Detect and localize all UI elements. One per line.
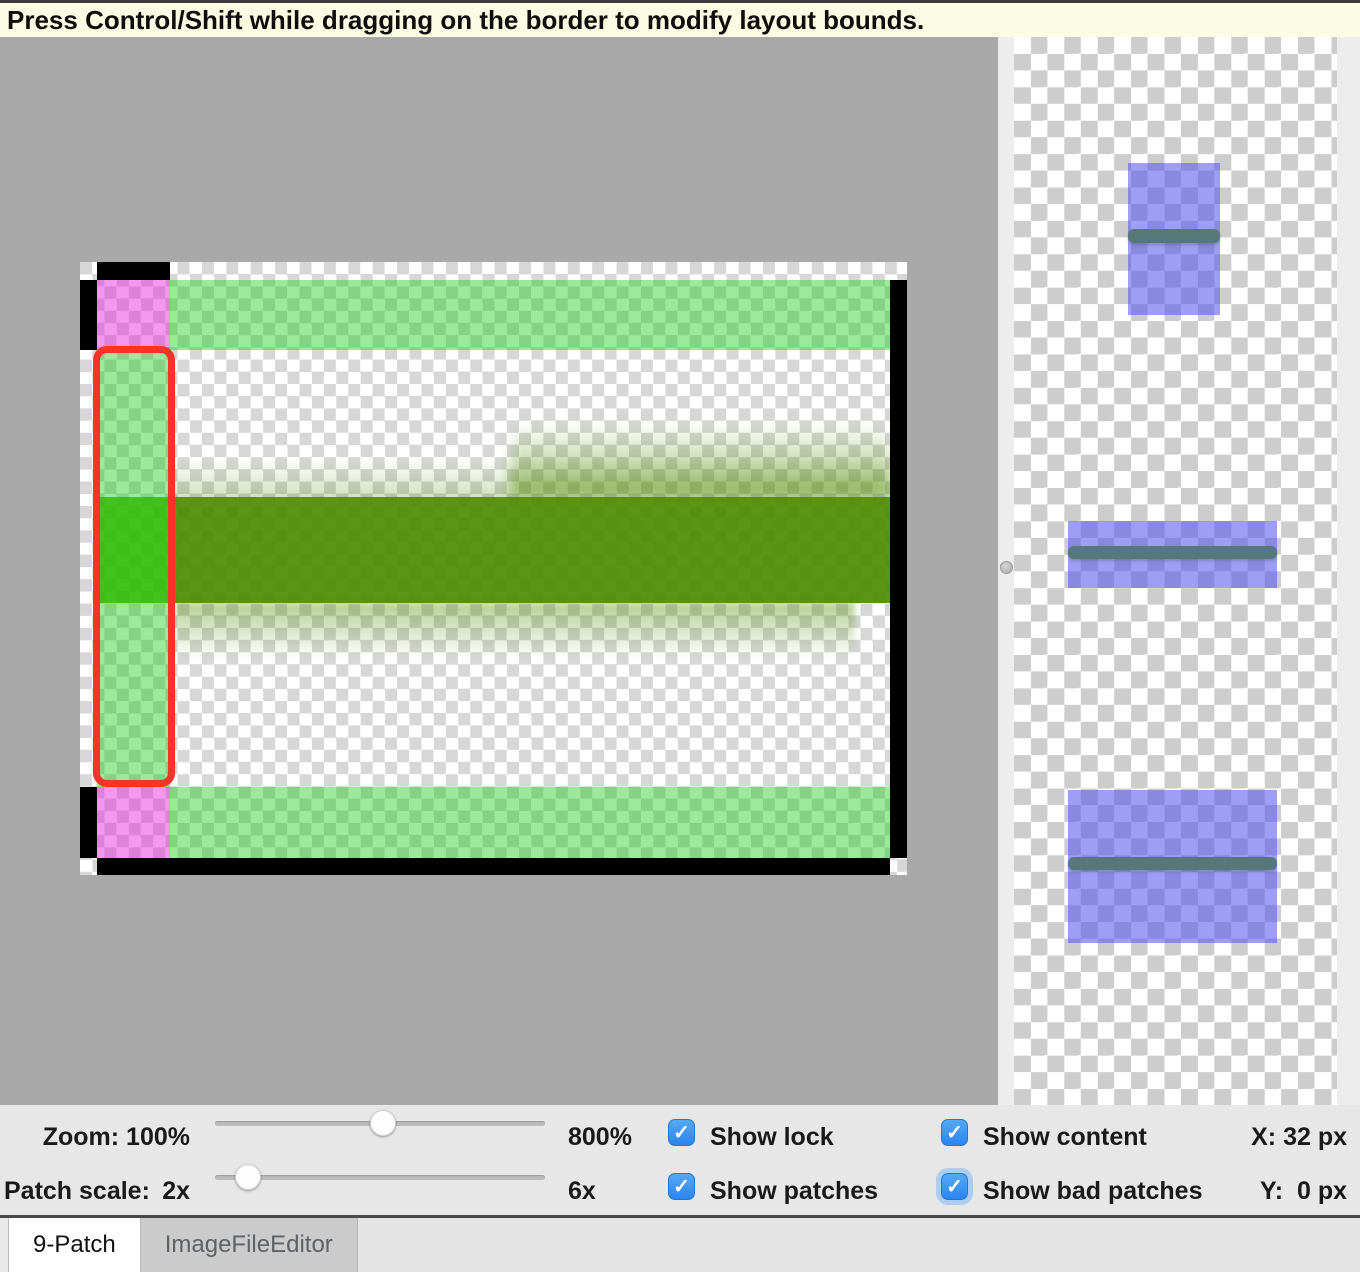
patch-scale-min-label: 2x [0,1177,190,1205]
content-stripe [170,497,890,603]
checkmark-icon: ✓ [673,1120,690,1145]
corner-patch-top-left [97,280,170,350]
corner-patch-bottom-left [97,787,170,858]
show-bad-patches-checkbox[interactable]: ✓ [941,1173,968,1200]
border-marker-bottom[interactable] [97,858,890,875]
patch-scale-slider-thumb[interactable] [235,1164,261,1190]
ninepatch-editor-canvas[interactable] [0,37,998,1105]
show-content-label: Show content [983,1123,1147,1151]
editor-tab-bar: 9-Patch ImageFileEditor [0,1215,1360,1272]
checkmark-icon: ✓ [946,1120,963,1145]
tab-imagefileeditor[interactable]: ImageFileEditor [141,1218,358,1272]
cursor-x-readout: X: 32 px [1230,1123,1347,1151]
zoom-slider[interactable] [215,1110,545,1136]
preview-pane[interactable] [1014,37,1337,1105]
show-patches-checkbox[interactable]: ✓ [668,1173,695,1200]
ninepatch-image[interactable] [80,262,907,875]
cursor-y-readout: Y: 0 px [1230,1177,1347,1205]
zoom-label: Zoom: 100% [0,1123,190,1151]
pane-splitter[interactable] [998,37,1014,1105]
preview-pane-margin [1337,37,1360,1105]
tab-9patch-label: 9-Patch [33,1231,116,1259]
tab-imagefileeditor-label: ImageFileEditor [165,1231,333,1259]
hint-banner-text: Press Control/Shift while dragging on th… [7,5,924,36]
preview-horizontal-stretch [1068,521,1277,588]
control-bar: Zoom: 100% 800% Patch scale: 2x 6x ✓ Sho… [0,1105,1360,1215]
show-bad-patches-label: Show bad patches [983,1177,1202,1205]
border-marker-top[interactable] [97,262,170,280]
show-lock-checkbox[interactable]: ✓ [668,1119,695,1146]
content-blur-top [510,422,890,497]
hint-banner: Press Control/Shift while dragging on th… [0,0,1360,37]
border-marker-left-upper[interactable] [80,280,97,350]
stretch-patch-bottom [170,787,890,858]
preview-content-bar [1068,857,1277,870]
stretch-patch-top [170,280,890,350]
zoom-slider-thumb[interactable] [370,1110,396,1136]
patch-scale-slider[interactable] [215,1164,545,1190]
checkmark-icon: ✓ [673,1174,690,1199]
border-marker-left-lower[interactable] [80,787,97,858]
preview-content-bar [1128,229,1220,243]
patch-scale-slider-track[interactable] [215,1175,545,1180]
tab-9patch[interactable]: 9-Patch [9,1218,141,1272]
splitter-handle-icon[interactable] [1000,561,1013,574]
show-patches-label: Show patches [710,1177,878,1205]
checkmark-icon: ✓ [946,1174,963,1199]
selected-patch-outline[interactable] [93,346,175,787]
patch-scale-max-label: 6x [568,1177,596,1205]
border-marker-right[interactable] [890,280,907,858]
content-blur-bottom [175,603,855,658]
preview-vertical-stretch [1128,163,1220,315]
show-lock-label: Show lock [710,1123,834,1151]
preview-both-stretch [1068,790,1277,943]
show-content-checkbox[interactable]: ✓ [941,1119,968,1146]
main-area [0,37,1360,1105]
tab-bar-lead [0,1218,9,1272]
zoom-max-label: 800% [568,1123,632,1151]
preview-content-bar [1068,546,1277,559]
